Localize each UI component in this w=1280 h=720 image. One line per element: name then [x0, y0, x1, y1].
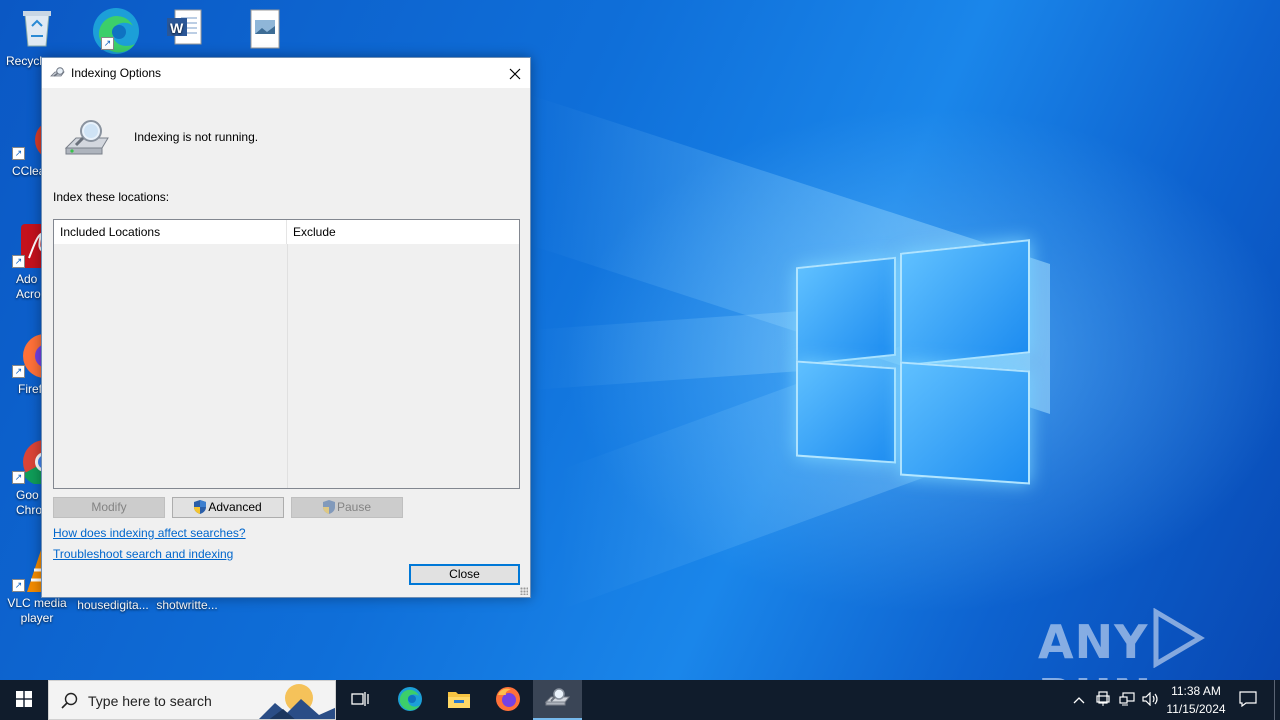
desktop-icon-label: housedigita... — [77, 598, 149, 612]
modify-button[interactable]: Modify — [53, 497, 165, 518]
show-hidden-icons-button[interactable] — [1068, 680, 1090, 720]
pause-button[interactable]: Pause — [291, 497, 403, 518]
edge-desktop-icon[interactable]: ↗ — [76, 6, 150, 54]
advanced-button-label: Advanced — [208, 500, 262, 514]
taskbar-file-explorer-button[interactable] — [435, 680, 483, 720]
taskbar-firefox-button[interactable] — [484, 680, 532, 720]
index-locations-label: Index these locations: — [53, 190, 170, 204]
indexing-options-dialog: Indexing Options Indexing is not running… — [41, 57, 531, 598]
clock[interactable]: 11:38 AM 11/15/2024 — [1162, 680, 1230, 720]
advanced-button[interactable]: Advanced — [172, 497, 284, 518]
search-placeholder: Type here to search — [88, 693, 212, 709]
list-header: Included Locations Exclude — [54, 220, 519, 244]
tray-device-button[interactable] — [1092, 680, 1114, 720]
notification-icon — [1239, 690, 1257, 710]
volume-button[interactable] — [1140, 680, 1162, 720]
device-icon — [1096, 690, 1110, 710]
taskbar: Type here to search 11:38 AM 11/15/2024 — [0, 680, 1280, 720]
svg-text:W: W — [170, 20, 184, 36]
show-desktop-button[interactable] — [1274, 680, 1275, 720]
folder-icon — [447, 689, 471, 712]
taskbar-indexing-options-button[interactable] — [533, 680, 582, 720]
image-file-desktop-icon[interactable] — [226, 6, 300, 54]
edge-icon — [397, 686, 423, 715]
column-divider — [287, 244, 288, 488]
action-center-button[interactable] — [1232, 680, 1264, 720]
taskbar-edge-button[interactable] — [386, 680, 434, 720]
column-header-included-locations[interactable]: Included Locations — [54, 220, 287, 244]
light-beam — [530, 309, 830, 390]
close-button[interactable]: Close — [409, 564, 520, 585]
task-view-icon — [351, 691, 369, 710]
network-icon — [1119, 691, 1135, 709]
column-header-exclude[interactable]: Exclude — [287, 220, 517, 244]
search-icon — [61, 692, 78, 712]
speaker-icon — [1142, 691, 1160, 709]
task-view-button[interactable] — [336, 680, 384, 720]
indexing-drive-icon — [64, 118, 114, 160]
indexing-options-icon — [544, 687, 571, 712]
image-file-icon — [241, 6, 285, 50]
word-document-desktop-icon[interactable]: W — [148, 6, 222, 54]
pause-button-label: Pause — [336, 500, 372, 514]
windows-start-icon — [16, 690, 32, 710]
indexing-options-icon — [50, 66, 66, 80]
housedigita-file-desktop-icon[interactable]: housedigita... — [76, 598, 150, 613]
shotwritte-file-desktop-icon[interactable]: shotwritte... — [150, 598, 224, 613]
word-document-icon: W — [163, 6, 207, 50]
resize-grip[interactable] — [520, 587, 528, 595]
recycle-bin-icon — [15, 6, 59, 50]
clock-time: 11:38 AM — [1171, 684, 1221, 698]
windows-logo — [796, 239, 1030, 485]
network-button[interactable] — [1116, 680, 1138, 720]
taskbar-search-box[interactable]: Type here to search — [48, 680, 336, 720]
edge-icon: ↗ — [91, 6, 139, 54]
chevron-up-icon — [1073, 693, 1085, 707]
search-highlight-illustration — [257, 681, 335, 719]
troubleshoot-link[interactable]: Troubleshoot search and indexing — [53, 547, 233, 561]
start-button[interactable] — [0, 680, 48, 720]
firefox-icon — [495, 686, 521, 715]
indexing-help-link[interactable]: How does indexing affect searches? — [53, 526, 246, 540]
locations-list[interactable]: Included Locations Exclude — [53, 219, 520, 489]
title-bar[interactable]: Indexing Options — [42, 58, 530, 88]
dialog-title: Indexing Options — [71, 66, 162, 80]
clock-date: 11/15/2024 — [1166, 702, 1226, 716]
uac-shield-icon — [322, 500, 335, 514]
uac-shield-icon — [194, 500, 207, 514]
desktop-icon-label: shotwritte... — [156, 598, 218, 612]
desktop-icon-label: VLC media player — [7, 596, 67, 625]
close-icon[interactable] — [500, 58, 530, 88]
anyrun-watermark: ANYRUN — [1038, 607, 1280, 680]
indexing-status-text: Indexing is not running. — [134, 130, 259, 144]
